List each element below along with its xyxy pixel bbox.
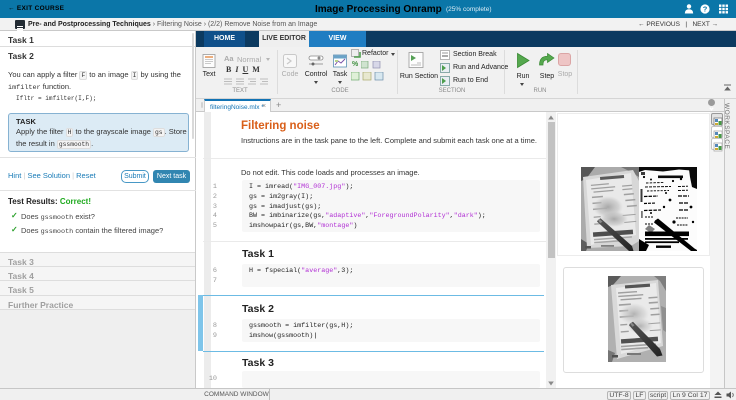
svg-text:?: ? — [703, 5, 708, 14]
